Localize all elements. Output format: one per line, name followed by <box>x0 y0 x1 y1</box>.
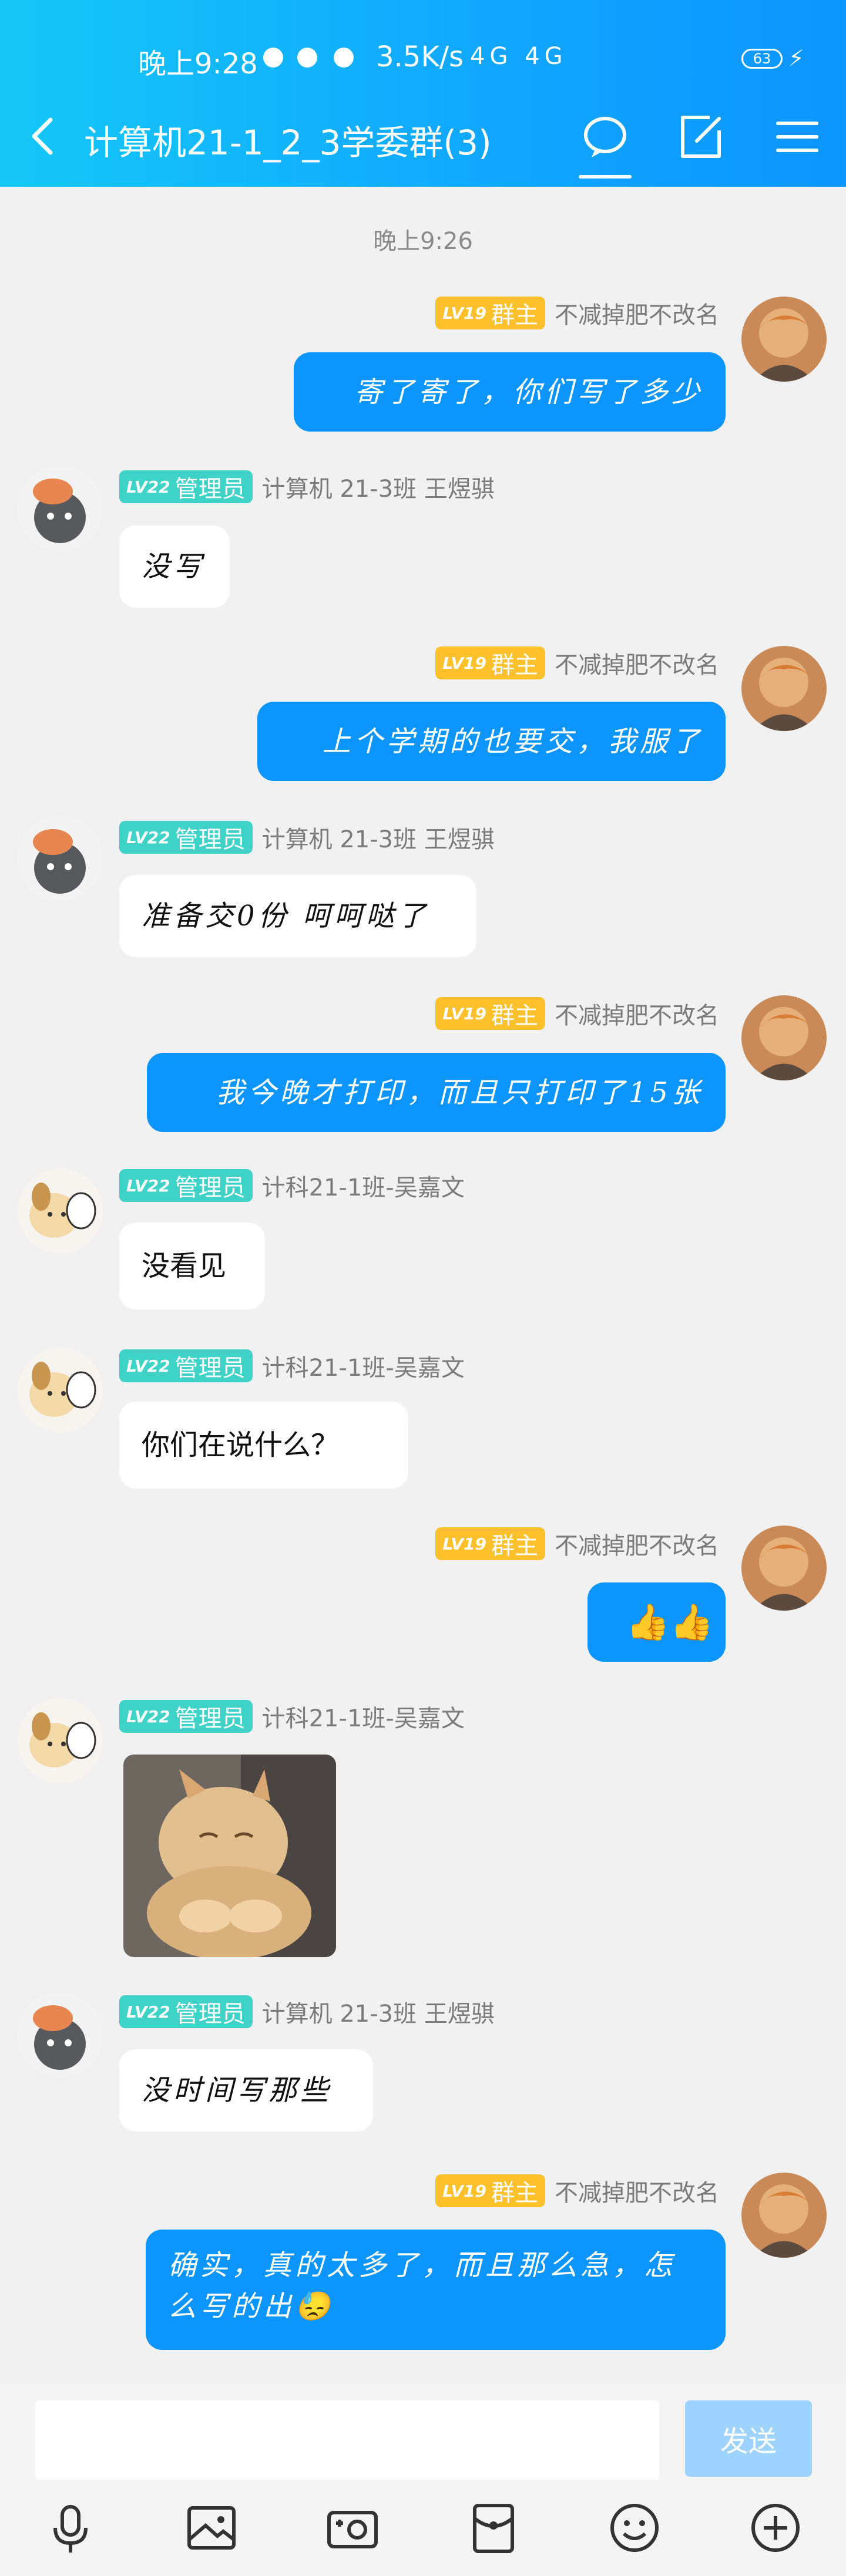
image-icon[interactable] <box>182 2498 241 2557</box>
status-time: 晚上9:28 <box>138 48 258 80</box>
message-text: 寄了寄了，你们写了多少 <box>354 375 703 409</box>
message-sender: LV22 管理员 计科21-1班-吴嘉文 <box>119 1699 465 1733</box>
message-text: 准备交0份 呵呵哒了 <box>142 900 429 932</box>
sender-name: 不减掉肥不改名 <box>555 2180 719 2207</box>
message-bubble[interactable]: 寄了寄了，你们写了多少 <box>294 352 726 432</box>
role-badge-admin: LV22 管理员 <box>119 821 253 854</box>
avatar-wang[interactable] <box>18 466 103 551</box>
message-sender: LV19 群主 不减掉肥不改名 <box>435 296 719 330</box>
message-sender: LV22 管理员 计算机 21-3班 王煜骐 <box>119 1995 495 2029</box>
role-badge-admin: LV22 管理员 <box>119 1700 253 1733</box>
message-input[interactable] <box>35 2400 659 2480</box>
edit-icon[interactable] <box>674 110 727 163</box>
sender-name: 计算机 21-3班 王煜骐 <box>261 476 495 503</box>
role-badge-owner: LV19 群主 <box>435 2174 545 2207</box>
chat-header: 计算机21-1_2_3学委群(3) <box>0 100 846 179</box>
status-bar: 晚上9:28 3.5K/s 4G 4G 63 ⚡ <box>0 32 846 85</box>
sender-name: 计科21-1班-吴嘉文 <box>261 1705 465 1732</box>
message-sender: LV19 群主 不减掉肥不改名 <box>435 996 719 1031</box>
avatar-wang[interactable] <box>18 1992 103 2077</box>
avatar-owner[interactable] <box>741 2173 827 2258</box>
message-bubble[interactable]: 确实，真的太多了，而且那么急，怎么写的出😓 <box>146 2230 726 2350</box>
message-text: 没看见 <box>142 1250 227 1282</box>
back-arrow-icon[interactable] <box>22 113 69 160</box>
message-text: 上个学期的也要交，我服了 <box>322 725 703 758</box>
role-badge-owner: LV19 群主 <box>435 646 545 679</box>
message-bubble[interactable]: 我今晚才打印，而且只打印了15张 <box>147 1053 726 1132</box>
group-title[interactable]: 计算机21-1_2_3学委群(3) <box>84 115 492 164</box>
sender-name: 计算机 21-3班 王煜骐 <box>261 826 495 853</box>
avatar-owner[interactable] <box>741 1526 827 1611</box>
message-bubble[interactable]: 上个学期的也要交，我服了 <box>257 702 726 781</box>
sender-name: 不减掉肥不改名 <box>555 1533 719 1560</box>
role-badge-admin: LV22 管理员 <box>119 1349 253 1382</box>
message-sender: LV22 管理员 计科21-1班-吴嘉文 <box>119 1349 465 1383</box>
sender-name: 计算机 21-3班 王煜骐 <box>261 2001 495 2028</box>
role-badge-admin: LV22 管理员 <box>119 1169 253 1202</box>
message-text: 你们在说什么？ <box>142 1429 340 1462</box>
message-text: 我今晚才打印，而且只打印了15张 <box>216 1076 703 1109</box>
image-message[interactable] <box>123 1755 336 1957</box>
message-bubble[interactable]: 没写 <box>119 526 230 608</box>
message-text: 确实，真的太多了，而且那么急，怎么写的出😓 <box>168 2249 676 2323</box>
role-badge-admin: LV22 管理员 <box>119 1995 253 2028</box>
charging-icon: ⚡ <box>788 45 804 71</box>
message-text: 没写 <box>142 550 206 583</box>
sender-name: 不减掉肥不改名 <box>555 1002 719 1029</box>
camera-icon[interactable] <box>323 2498 382 2557</box>
role-badge-owner: LV19 群主 <box>435 997 545 1030</box>
notification-icon <box>334 48 354 68</box>
active-tab-indicator <box>579 175 632 179</box>
message-sender: LV22 管理员 计算机 21-3班 王煜骐 <box>119 470 495 504</box>
sender-name: 计科21-1班-吴嘉文 <box>261 1355 465 1382</box>
avatar-owner[interactable] <box>741 646 827 731</box>
message-bubble[interactable]: 准备交0份 呵呵哒了 <box>119 875 476 957</box>
menu-icon[interactable] <box>771 110 824 163</box>
message-bubble[interactable]: 👍👍 <box>588 1582 726 1662</box>
avatar-wu[interactable] <box>18 1348 103 1433</box>
battery-indicator: 63 <box>741 49 783 69</box>
emoji-icon[interactable] <box>605 2498 664 2557</box>
role-badge-owner: LV19 群主 <box>435 297 545 329</box>
avatar-wu[interactable] <box>18 1698 103 1783</box>
message-sender: LV19 群主 不减掉肥不改名 <box>435 2174 719 2208</box>
role-badge-admin: LV22 管理员 <box>119 470 253 503</box>
notification-icon <box>263 48 283 68</box>
network-speed: 3.5K/s <box>376 41 464 73</box>
sender-name: 不减掉肥不改名 <box>555 302 719 329</box>
red-packet-icon[interactable] <box>464 2498 523 2557</box>
plus-icon[interactable] <box>746 2498 805 2557</box>
input-area: 发送 <box>0 2384 846 2576</box>
message-text: 没时间写那些 <box>142 2074 333 2107</box>
role-badge-owner: LV19 群主 <box>435 1527 545 1560</box>
message-sender: LV19 群主 不减掉肥不改名 <box>435 646 719 680</box>
microphone-icon[interactable] <box>41 2498 100 2557</box>
send-button[interactable]: 发送 <box>685 2400 812 2477</box>
message-text: 👍👍 <box>626 1601 714 1643</box>
message-sender: LV19 群主 不减掉肥不改名 <box>435 1527 719 1561</box>
message-bubble[interactable]: 你们在说什么？ <box>119 1402 408 1489</box>
message-bubble[interactable]: 没看见 <box>119 1223 265 1309</box>
message-sender: LV22 管理员 计算机 21-3班 王煜骐 <box>119 820 495 854</box>
notification-icon <box>297 48 317 68</box>
avatar-owner[interactable] <box>741 995 827 1080</box>
avatar-wang[interactable] <box>18 816 103 901</box>
message-timestamp: 晚上9:26 <box>373 228 473 255</box>
signal-indicators: 4G 4G <box>470 43 568 70</box>
chat-bubble-icon[interactable] <box>579 110 632 163</box>
sender-name: 计科21-1班-吴嘉文 <box>261 1174 465 1201</box>
avatar-owner[interactable] <box>741 297 827 382</box>
sender-name: 不减掉肥不改名 <box>555 652 719 679</box>
message-bubble[interactable]: 没时间写那些 <box>119 2049 373 2131</box>
avatar-wu[interactable] <box>18 1169 103 1254</box>
message-sender: LV22 管理员 计科21-1班-吴嘉文 <box>119 1169 465 1203</box>
